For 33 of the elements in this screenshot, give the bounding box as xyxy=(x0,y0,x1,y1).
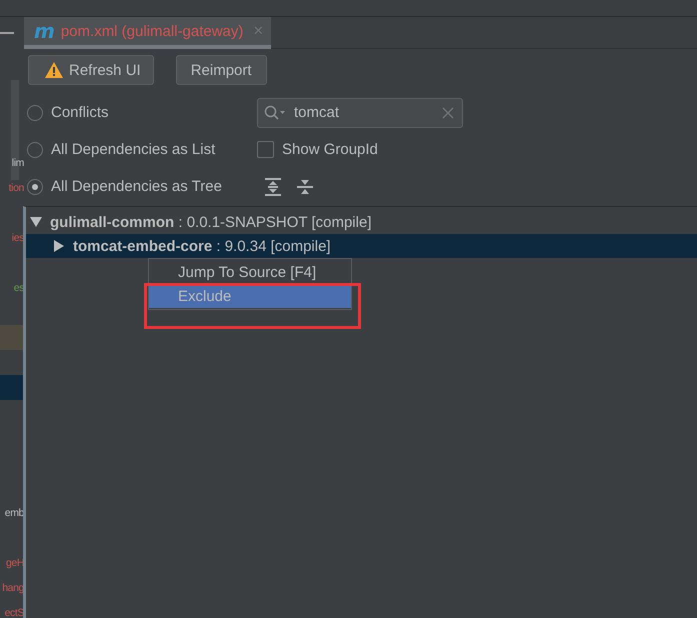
expand-triangle-icon[interactable] xyxy=(30,216,42,228)
search-input[interactable]: tomcat xyxy=(294,104,434,121)
refresh-ui-button[interactable]: Refresh UI xyxy=(28,55,154,85)
radio-label[interactable]: Conflicts xyxy=(51,104,109,121)
tab-title: pom.xml (gulimall-gateway) xyxy=(60,22,244,40)
maven-logo: m xyxy=(34,19,55,43)
project-item[interactable]: lim xyxy=(12,156,24,168)
collapse-triangle-icon[interactable] xyxy=(53,240,65,252)
artifact-version: : 0.0.1-SNAPSHOT [compile] xyxy=(178,214,372,230)
collapse-all-icon[interactable] xyxy=(297,178,313,196)
checkbox-label[interactable]: Show GroupId xyxy=(282,141,378,158)
current-row xyxy=(0,325,24,350)
search-field[interactable]: tomcat xyxy=(257,98,463,128)
radio-label[interactable]: All Dependencies as Tree xyxy=(51,178,222,195)
radio-label[interactable]: All Dependencies as List xyxy=(51,141,216,158)
menu-item[interactable]: Jump To Source [F4] xyxy=(149,260,351,284)
reimport-button[interactable]: Reimport xyxy=(176,55,267,85)
menu-item[interactable]: Exclude xyxy=(149,284,351,308)
expand-all-icon[interactable] xyxy=(265,178,281,196)
artifact-name: tomcat-embed-core xyxy=(73,238,212,254)
radio-button[interactable] xyxy=(27,104,43,120)
project-item[interactable]: tion xyxy=(8,182,24,194)
radio-button[interactable] xyxy=(27,142,43,158)
warning-icon xyxy=(45,62,63,78)
search-icon xyxy=(264,104,286,120)
artifact-version: : 9.0.34 [compile] xyxy=(216,238,331,254)
tree-row[interactable]: tomcat-embed-core : 9.0.34 [compile] xyxy=(26,234,697,258)
tree-row[interactable]: gulimall-common : 0.0.1-SNAPSHOT [compile] xyxy=(26,210,697,234)
editor-tab[interactable]: m pom.xml (gulimall-gateway) × xyxy=(24,17,272,49)
radio-button[interactable] xyxy=(27,178,43,194)
artifact-name: gulimall-common xyxy=(50,214,174,230)
selected-row xyxy=(0,375,24,400)
checkbox[interactable] xyxy=(257,141,274,158)
